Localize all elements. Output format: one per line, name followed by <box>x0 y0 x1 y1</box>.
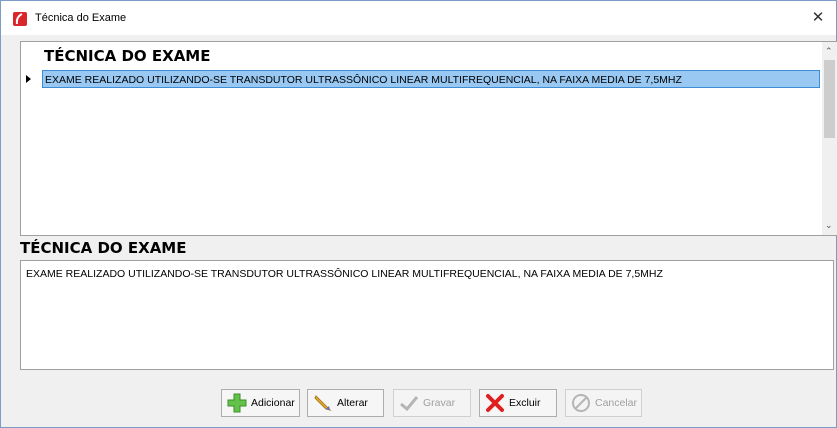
plus-icon <box>226 392 248 414</box>
table-row[interactable]: EXAME REALIZADO UTILIZANDO-SE TRANSDUTOR… <box>42 70 820 88</box>
cancel-button-label: Cancelar <box>595 397 638 409</box>
close-icon[interactable]: ✕ <box>808 9 828 27</box>
row-indicator-icon <box>26 75 31 83</box>
technique-memo-field[interactable]: EXAME REALIZADO UTILIZANDO-SE TRANSDUTOR… <box>20 260 834 370</box>
save-button[interactable]: Gravar <box>393 389 471 417</box>
checkmark-icon <box>398 392 420 414</box>
delete-button-label: Excluir <box>509 397 541 409</box>
scroll-down-icon[interactable]: ⌄ <box>825 220 833 231</box>
add-button[interactable]: Adicionar <box>221 389 300 417</box>
edit-button-label: Alterar <box>337 397 368 409</box>
edit-button[interactable]: Alterar <box>307 389 384 417</box>
vertical-scrollbar[interactable]: ⌃ ⌄ <box>822 42 837 235</box>
technique-memo-text: EXAME REALIZADO UTILIZANDO-SE TRANSDUTOR… <box>26 268 663 280</box>
pencil-icon <box>312 392 334 414</box>
window-title: Técnica do Exame <box>35 12 127 24</box>
table-cell: EXAME REALIZADO UTILIZANDO-SE TRANSDUTOR… <box>45 74 682 86</box>
delete-button[interactable]: Excluir <box>479 389 557 417</box>
technique-grid[interactable]: TÉCNICA DO EXAME EXAME REALIZADO UTILIZA… <box>20 41 837 236</box>
save-button-label: Gravar <box>423 397 456 409</box>
dialog-window: Técnica do Exame ✕ TÉCNICA DO EXAME EXAM… <box>0 0 837 428</box>
cancel-button[interactable]: Cancelar <box>565 389 642 417</box>
add-button-label: Adicionar <box>251 397 295 409</box>
title-bar: Técnica do Exame ✕ <box>1 1 836 35</box>
red-x-icon <box>484 392 506 414</box>
scroll-up-icon[interactable]: ⌃ <box>825 46 833 57</box>
app-logo-icon <box>13 12 27 26</box>
detail-label: TÉCNICA DO EXAME <box>20 239 187 257</box>
scrollbar-thumb[interactable] <box>824 60 835 138</box>
prohibited-icon <box>570 392 592 414</box>
grid-column-header: TÉCNICA DO EXAME <box>44 47 211 65</box>
